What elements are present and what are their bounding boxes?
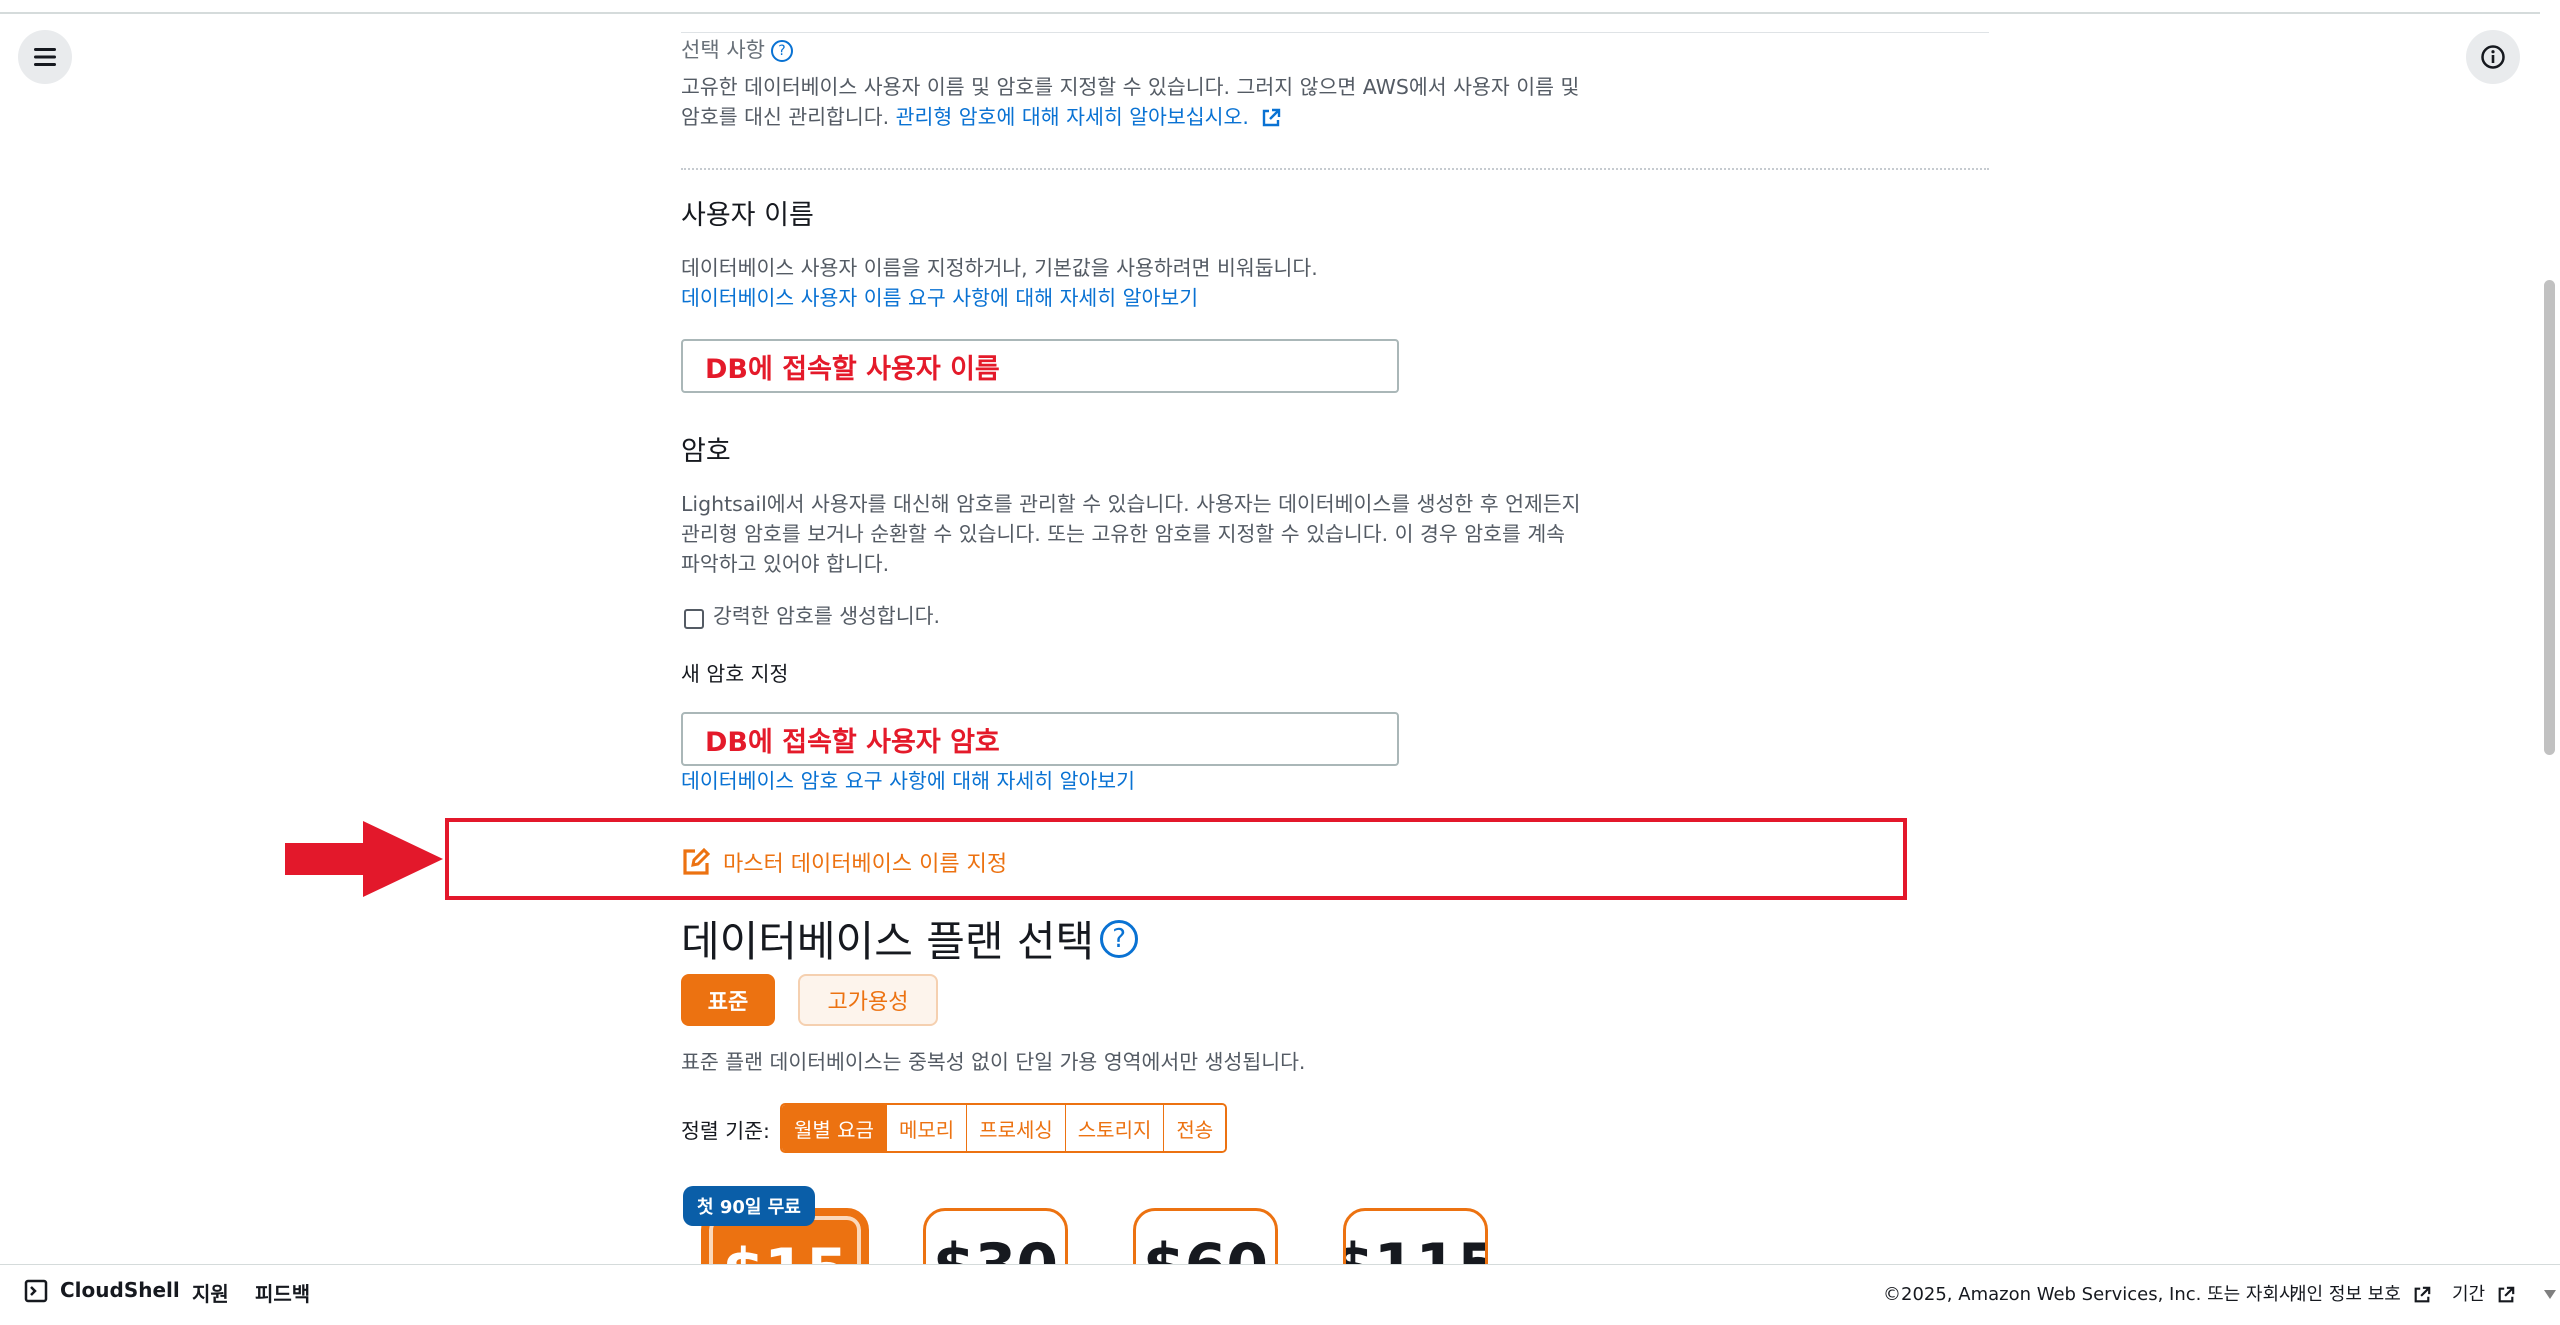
password-title: 암호 bbox=[681, 436, 731, 467]
standard-plan-button[interactable]: 표준 bbox=[681, 974, 775, 1026]
info-panel-button[interactable] bbox=[2466, 30, 2520, 84]
new-password-label: 새 암호 지정 bbox=[681, 662, 789, 686]
password-desc-line1: Lightsail에서 사용자를 대신해 암호를 관리할 수 있습니다. 사용자… bbox=[681, 492, 1581, 516]
edit-icon bbox=[683, 847, 711, 875]
high-availability-button[interactable]: 고가용성 bbox=[798, 974, 938, 1026]
generate-password-label[interactable]: 강력한 암호를 생성합니다. bbox=[713, 601, 940, 631]
terms-label: 기간 bbox=[2452, 1284, 2486, 1305]
password-desc-line3: 파악하고 있어야 합니다. bbox=[681, 552, 890, 576]
support-link[interactable]: 지원 bbox=[192, 1278, 229, 1307]
highlight-box bbox=[445, 818, 1907, 900]
cloudshell-icon[interactable] bbox=[24, 1279, 48, 1303]
sort-label: 정렬 기준: bbox=[681, 1119, 770, 1143]
arrow-annotation bbox=[285, 821, 443, 897]
username-input-value: DB에 접속할 사용자 이름 bbox=[705, 353, 1000, 385]
sort-transfer[interactable]: 전송 bbox=[1164, 1105, 1226, 1151]
privacy-link[interactable]: 개인 정보 보호 bbox=[2290, 1280, 2431, 1306]
cloudshell-link[interactable]: CloudShell bbox=[60, 1278, 180, 1302]
plan-title: 데이터베이스 플랜 선택 bbox=[681, 917, 1095, 966]
scroll-down-icon[interactable] bbox=[2544, 1290, 2556, 1300]
password-requirements-link[interactable]: 데이터베이스 암호 요구 사항에 대해 자세히 알아보기 bbox=[681, 766, 1135, 796]
sort-monthly-price[interactable]: 월별 요금 bbox=[782, 1105, 887, 1151]
external-link-icon[interactable] bbox=[1261, 108, 1281, 128]
sort-memory[interactable]: 메모리 bbox=[886, 1105, 968, 1151]
plan-description: 표준 플랜 데이터베이스는 중복성 없이 단일 가용 영역에서만 생성됩니다. bbox=[681, 1050, 1306, 1074]
external-link-icon bbox=[2498, 1286, 2515, 1303]
info-icon bbox=[2481, 45, 2505, 69]
master-db-name-link[interactable]: 마스터 데이터베이스 이름 지정 bbox=[681, 846, 1007, 878]
sort-processing[interactable]: 프로세싱 bbox=[967, 1105, 1066, 1151]
sort-storage[interactable]: 스토리지 bbox=[1065, 1105, 1165, 1151]
top-border bbox=[0, 0, 2560, 14]
managed-password-link[interactable]: 관리형 암호에 대해 자세히 알아보십시오. bbox=[896, 105, 1249, 129]
feedback-link[interactable]: 피드백 bbox=[255, 1278, 310, 1307]
privacy-label: 개인 정보 보호 bbox=[2290, 1284, 2401, 1305]
terms-link[interactable]: 기간 bbox=[2452, 1280, 2515, 1306]
password-desc-line2: 관리형 암호를 보거나 순환할 수 있습니다. 또는 고유한 암호를 지정할 수… bbox=[681, 522, 1566, 546]
plan-help-icon[interactable]: ? bbox=[1100, 919, 1139, 958]
optional-description: 고유한 데이터베이스 사용자 이름 및 암호를 지정할 수 있습니다. 그러지 … bbox=[681, 72, 1981, 132]
plan-title-row: 데이터베이스 플랜 선택? bbox=[681, 908, 1139, 969]
password-input[interactable]: DB에 접속할 사용자 암호 bbox=[681, 712, 1399, 766]
copyright-text: ©2025, Amazon Web Services, Inc. 또는 자회사. bbox=[1883, 1284, 2302, 1305]
master-db-name-label: 마스터 데이터베이스 이름 지정 bbox=[723, 852, 1008, 877]
password-description: Lightsail에서 사용자를 대신해 암호를 관리할 수 있습니다. 사용자… bbox=[681, 489, 1981, 579]
username-title: 사용자 이름 bbox=[681, 200, 814, 231]
username-description: 데이터베이스 사용자 이름을 지정하거나, 기본값을 사용하려면 비워둡니다. bbox=[681, 256, 1318, 280]
free-trial-badge: 첫 90일 무료 bbox=[683, 1186, 815, 1226]
optional-desc-line1: 고유한 데이터베이스 사용자 이름 및 암호를 지정할 수 있습니다. 그러지 … bbox=[681, 75, 1580, 99]
optional-desc-line2: 암호를 대신 관리합니다. 관리형 암호에 대해 자세히 알아보십시오. bbox=[681, 102, 1981, 132]
optional-desc-prefix: 암호를 대신 관리합니다. bbox=[681, 105, 896, 129]
optional-label-row: 선택 사항? bbox=[681, 34, 793, 64]
divider-dotted bbox=[681, 168, 1989, 170]
username-requirements-link[interactable]: 데이터베이스 사용자 이름 요구 사항에 대해 자세히 알아보기 bbox=[681, 283, 1198, 313]
menu-icon bbox=[34, 48, 56, 66]
optional-label: 선택 사항 bbox=[681, 38, 765, 62]
generate-password-checkbox[interactable] bbox=[684, 609, 704, 629]
external-link-icon bbox=[2414, 1286, 2430, 1303]
sort-options: 월별 요금 메모리 프로세싱 스토리지 전송 bbox=[780, 1103, 1228, 1153]
help-icon[interactable]: ? bbox=[770, 40, 793, 62]
scrollbar-thumb[interactable] bbox=[2544, 280, 2555, 755]
divider-top bbox=[681, 32, 1989, 33]
menu-button[interactable] bbox=[18, 30, 72, 84]
password-input-value: DB에 접속할 사용자 암호 bbox=[705, 726, 1000, 758]
username-input[interactable]: DB에 접속할 사용자 이름 bbox=[681, 339, 1399, 393]
